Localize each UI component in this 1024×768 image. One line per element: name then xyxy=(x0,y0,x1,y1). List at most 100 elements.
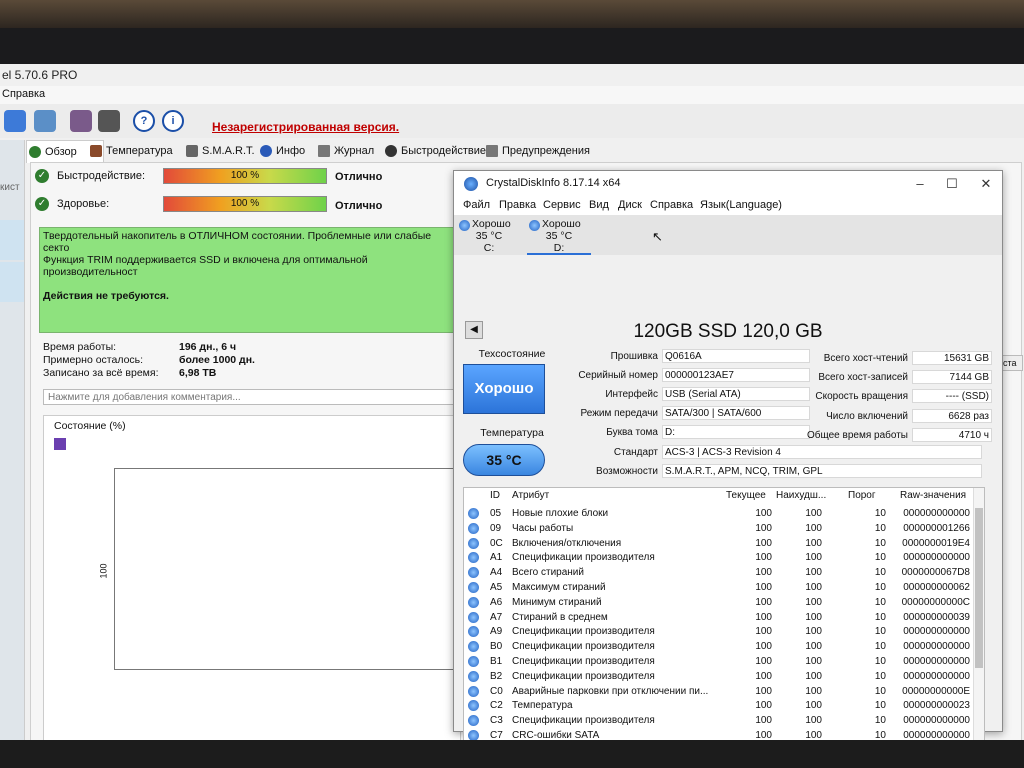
smart-row[interactable]: A4 Всего стираний 100 100 10 0000000067D8 xyxy=(464,565,974,580)
smart-cell-id: B0 xyxy=(490,641,503,653)
menu-file[interactable]: Файл xyxy=(463,199,490,211)
check-icon xyxy=(29,146,41,158)
tab-log[interactable]: Журнал xyxy=(316,140,374,162)
drive-block[interactable] xyxy=(0,262,24,302)
stat-value: более 1000 дн. xyxy=(179,354,255,366)
menu-disk[interactable]: Диск xyxy=(618,199,642,211)
mouse-cursor-icon: ↖ xyxy=(652,229,663,244)
col-raw[interactable]: Raw-значения xyxy=(900,490,966,501)
smart-cell-attr: Стираний в среднем xyxy=(512,611,608,623)
smart-cell-attr: Минимум стираний xyxy=(512,596,602,608)
tech-state-label: Техсостояние xyxy=(478,348,546,360)
smart-cell-worst: 100 xyxy=(805,508,822,519)
drive-c[interactable]: Хорошо 35 °C C: xyxy=(457,217,521,254)
network-icon[interactable] xyxy=(34,110,56,132)
help-icon[interactable]: ? xyxy=(133,110,155,132)
power-count-label: Число включений xyxy=(826,411,908,422)
col-id[interactable]: ID xyxy=(490,490,500,501)
stat-value: 196 дн., 6 ч xyxy=(179,341,237,353)
smart-row[interactable]: 09 Часы работы 100 100 10 000000001266 xyxy=(464,521,974,536)
smart-cell-id: C2 xyxy=(490,700,503,712)
smart-row[interactable]: C3 Спецификации производителя 100 100 10 0000… xyxy=(464,713,974,728)
tab-info[interactable]: Инфо xyxy=(258,140,305,162)
settings-icon[interactable] xyxy=(98,110,120,132)
health-status-button[interactable]: Хорошо xyxy=(463,364,545,414)
bg-menu-help[interactable]: Справка xyxy=(2,88,45,100)
smart-cell-attr: Часы работы xyxy=(512,522,574,534)
state-chart-panel: Состояние (%) 100 xyxy=(43,415,461,747)
tab-warnings[interactable]: Предупреждения xyxy=(484,140,590,162)
menu-view[interactable]: Вид xyxy=(589,199,609,211)
cdi-title: CrystalDiskInfo 8.17.14 x64 xyxy=(486,177,621,189)
smart-cell-raw: 00000000000E xyxy=(902,685,970,697)
col-attr[interactable]: Атрибут xyxy=(512,490,549,501)
smart-row[interactable]: A9 Спецификации производителя 100 100 10 0000… xyxy=(464,624,974,639)
unregistered-link[interactable]: Незарегистрированная версия. xyxy=(212,120,399,134)
smart-cell-cur: 100 xyxy=(755,626,772,638)
bg-menubar: Справка xyxy=(0,86,1024,105)
rotation-label: Скорость вращения xyxy=(815,391,908,402)
left-drive-strip: кист xyxy=(0,140,25,750)
smart-row[interactable]: A7 Стираний в среднем 100 100 10 000000000039 xyxy=(464,610,974,625)
smart-row[interactable]: C0 Аварийные парковки при отключении пи..… xyxy=(464,684,974,699)
power-count-value: 6628 раз xyxy=(912,409,992,423)
smart-cell-thr: 10 xyxy=(874,700,886,712)
smart-cell-raw: 000000000000 xyxy=(903,715,970,727)
prev-disk-button[interactable]: ◀ xyxy=(465,321,483,339)
tab-temperature[interactable]: Температура xyxy=(88,140,173,162)
smart-row[interactable]: B1 Спецификации производителя 100 100 10 0000… xyxy=(464,654,974,669)
host-reads-label: Всего хост-чтений xyxy=(823,353,908,364)
warnings-icon xyxy=(486,145,498,157)
scroll-thumb[interactable] xyxy=(975,508,983,668)
info-icon[interactable]: i xyxy=(162,110,184,132)
smart-row[interactable]: B2 Спецификации производителя 100 100 10 0000… xyxy=(464,669,974,684)
smart-row[interactable]: B0 Спецификации производителя 100 100 10 0000… xyxy=(464,639,974,654)
tab-smart[interactable]: S.M.A.R.T. xyxy=(184,140,255,162)
summary-box: Твердотельный накопитель в ОТЛИЧНОМ сост… xyxy=(39,227,459,333)
left-strip-text: кист xyxy=(0,182,20,193)
menu-service[interactable]: Сервис xyxy=(543,199,581,211)
report-icon[interactable] xyxy=(70,110,92,132)
menu-help[interactable]: Справка xyxy=(650,199,693,211)
status-dot-icon xyxy=(468,670,479,682)
status-dot-icon xyxy=(468,552,479,564)
smart-row[interactable]: A1 Спецификации производителя 100 100 10 0000… xyxy=(464,550,974,565)
smart-cell-raw: 000000000000 xyxy=(903,626,970,638)
smart-scrollbar[interactable] xyxy=(973,488,984,768)
disk-app-icon xyxy=(464,177,478,191)
smart-row[interactable]: C2 Температура 100 100 10 000000000023 xyxy=(464,698,974,713)
maximize-button[interactable]: ☐ xyxy=(938,174,966,194)
tab-performance[interactable]: Быстродействие xyxy=(383,140,486,162)
screen: el 5.70.6 PRO Справка ? i Незарегистриро… xyxy=(0,64,1024,768)
smart-cell-worst: 100 xyxy=(805,715,822,727)
smart-cell-cur: 100 xyxy=(755,567,772,579)
minimize-button[interactable]: – xyxy=(906,174,934,194)
drive-block[interactable] xyxy=(0,220,24,260)
menu-edit[interactable]: Правка xyxy=(499,199,536,211)
taskbar xyxy=(0,740,1024,768)
status-dot-icon xyxy=(468,656,479,667)
close-button[interactable]: ✕ xyxy=(972,174,1000,194)
col-threshold[interactable]: Порог xyxy=(848,490,876,501)
comment-field[interactable]: Нажмите для добавления комментария... xyxy=(43,389,459,405)
refresh-icon[interactable] xyxy=(4,110,26,132)
smart-cell-cur: 100 xyxy=(755,700,772,712)
interface-value: USB (Serial ATA) xyxy=(662,387,810,401)
temperature-button[interactable]: 35 °C xyxy=(463,444,545,476)
smart-cell-attr: Включения/отключения xyxy=(512,537,622,549)
state-chart xyxy=(114,468,456,670)
menu-language[interactable]: Язык(Language) xyxy=(700,199,782,211)
save-icon[interactable] xyxy=(54,438,66,450)
smart-cell-thr: 10 xyxy=(874,508,886,519)
firmware-value: Q0616A xyxy=(662,349,810,363)
smart-cell-cur: 100 xyxy=(755,611,772,623)
smart-cell-thr: 10 xyxy=(874,567,886,579)
smart-cell-cur: 100 xyxy=(755,552,772,564)
smart-row[interactable]: 0C Включения/отключения 100 100 10 0000000019… xyxy=(464,536,974,551)
smart-row[interactable]: A6 Минимум стираний 100 100 10 00000000000C xyxy=(464,595,974,610)
col-current[interactable]: Текущее xyxy=(726,490,766,501)
drive-d[interactable]: Хорошо 35 °C D: xyxy=(527,217,591,255)
smart-row[interactable]: A5 Максимум стираний 100 100 10 000000000062 xyxy=(464,580,974,595)
smart-row[interactable]: 05 Новые плохие блоки 100 100 10 000000000000 xyxy=(464,506,974,521)
col-worst[interactable]: Наихудш... xyxy=(776,490,826,501)
